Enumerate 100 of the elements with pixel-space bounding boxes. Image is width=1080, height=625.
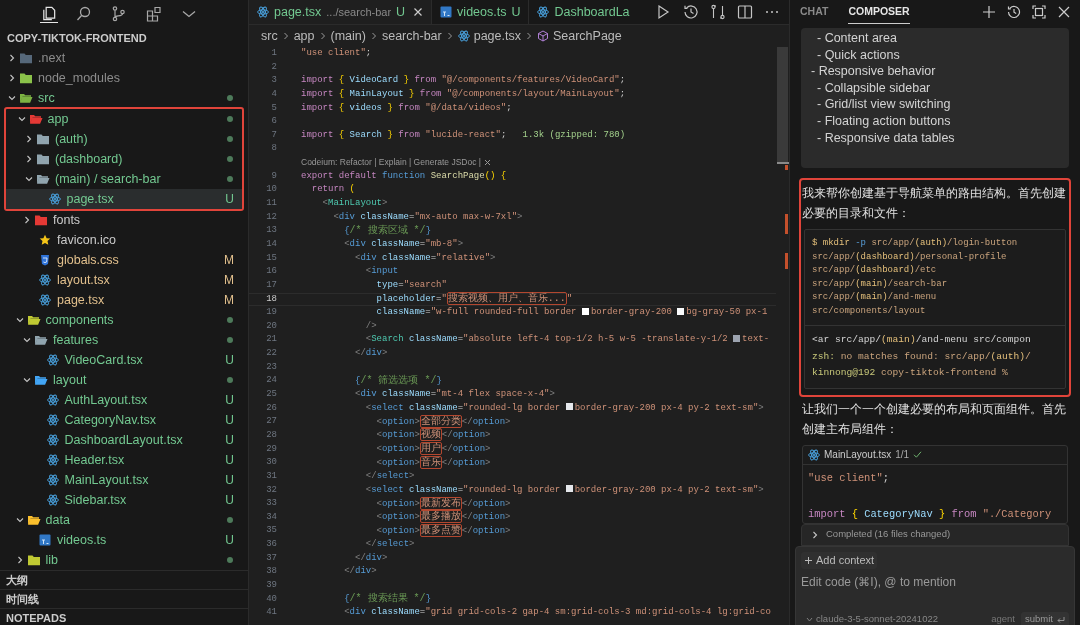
chevron-down-icon[interactable] <box>7 93 17 103</box>
history-icon[interactable] <box>1006 4 1022 20</box>
code-line: </div> <box>354 347 388 361</box>
file-tree-item[interactable]: lib <box>0 550 248 570</box>
chevron-down-icon <box>806 616 813 623</box>
panel-tab[interactable]: COMPOSER <box>848 0 910 24</box>
outline-item: - Grid/list view switching <box>816 96 952 113</box>
submit-button[interactable]: submit <box>1021 611 1069 625</box>
chevron-right-icon[interactable] <box>24 134 34 144</box>
file-tree-item[interactable]: VideoCard.tsx U <box>0 350 248 370</box>
input-field[interactable]: Edit code (⌘I), @ to mention <box>801 572 1069 591</box>
file-tree-item[interactable]: layout <box>0 370 248 390</box>
code-line: <input <box>364 265 399 279</box>
terminal-output-line: <ar src/app/(main)/and-menu src/compon <box>812 333 1032 347</box>
file-tree-item[interactable]: CategoryNav.tsx U <box>0 410 248 430</box>
line-number: 20 <box>265 319 277 333</box>
file-tree-item[interactable]: videos.ts U <box>0 530 248 550</box>
code-line: {/* 搜索结果 */} <box>343 592 432 607</box>
breadcrumb-item[interactable]: page.tsx <box>457 26 521 46</box>
plus-icon[interactable] <box>981 4 997 20</box>
file-tree-item[interactable]: layout.tsx M <box>0 270 248 290</box>
code-lens-actions[interactable]: Codeium: Refactor | Explain | Generate JSDoc | <box>301 156 481 170</box>
file-tree-item[interactable]: node_modules <box>0 68 248 88</box>
chevron-right-icon[interactable] <box>7 73 17 83</box>
completed-summary[interactable]: Completed (16 files changed) <box>801 523 1069 546</box>
source-control-icon[interactable] <box>110 5 128 23</box>
breadcrumb-item[interactable]: src <box>261 26 278 46</box>
code-line: </select> <box>364 469 415 483</box>
file-tree-item[interactable]: AuthLayout.tsx U <box>0 390 248 410</box>
model-selector[interactable]: claude-3-5-sonnet-20241022 <box>801 612 938 625</box>
close-icon[interactable] <box>1056 4 1072 20</box>
code-line: {/* 筛选选项 */} <box>354 373 442 388</box>
terminal-command: $ mkdir -p src/app/(auth)/login-button src/app/(dashboard)/personal-profile src/app/(dashboard)/etc src/app/(main)/search-bar src/app/(main)/and-menu src/components/layout <box>811 237 1019 318</box>
file-tree-item[interactable]: Header.tsx U <box>0 450 248 470</box>
chevron-right-icon[interactable] <box>22 215 32 225</box>
chevron-down-icon[interactable] <box>22 375 32 385</box>
chevron-down-icon[interactable] <box>24 174 34 184</box>
chevron-down-icon[interactable] <box>14 315 25 325</box>
chevron-down-icon[interactable] <box>16 114 27 124</box>
panel-section-header[interactable]: NOTEPADS <box>0 608 248 625</box>
history-icon[interactable] <box>682 3 700 21</box>
compare-changes-icon[interactable] <box>709 3 727 21</box>
breadcrumb-item[interactable]: search-bar <box>381 26 442 46</box>
split-editor-icon[interactable] <box>736 3 754 21</box>
file-tree-item[interactable]: (auth) <box>6 129 242 149</box>
breadcrumb-item[interactable]: SearchPage <box>536 26 622 46</box>
line-number: 13 <box>265 224 277 238</box>
close-icon[interactable] <box>413 7 424 17</box>
panel-tab[interactable]: CHAT <box>800 0 829 24</box>
chevron-right-icon[interactable] <box>7 53 17 63</box>
line-number: 2 <box>270 60 277 74</box>
file-name[interactable]: MainLayout.tsx <box>824 447 892 462</box>
code-line: className="w-full rounded-full border border-gray-200 bg-gray-50 px-1 <box>375 306 768 320</box>
file-tree-item[interactable]: MainLayout.tsx U <box>0 470 248 490</box>
message-text: 我来帮你创建基于导航菜单的路由结构。首先创建必要的目录和文件： <box>801 185 1067 222</box>
file-tree-item[interactable]: data <box>0 510 248 530</box>
file-tree-item[interactable]: favicon.ico <box>0 230 248 250</box>
files-icon[interactable] <box>40 5 58 23</box>
chevron-down-icon[interactable] <box>22 335 32 345</box>
file-tree-item[interactable]: .next <box>0 48 248 68</box>
line-number: 12 <box>265 210 277 224</box>
line-number: 38 <box>265 565 277 579</box>
code-line: <div className="grid grid-cols-2 gap-4 sm:grid-cols-3 md:grid-cols-4 lg:grid-co <box>343 606 771 620</box>
file-tree-item[interactable]: components <box>0 310 248 330</box>
maximize-icon[interactable] <box>1031 4 1047 20</box>
line-number: 37 <box>265 551 277 565</box>
extensions-icon[interactable] <box>145 5 163 23</box>
panel-section-header[interactable]: 时间线 <box>0 589 248 608</box>
file-tree-item[interactable]: page.tsx M <box>0 290 248 310</box>
file-tree-item[interactable]: (main) / search-bar <box>6 169 242 189</box>
editor-tab[interactable]: page.tsx .../search-bar U <box>249 0 433 24</box>
chevron-right-icon[interactable] <box>810 529 820 540</box>
line-number: 23 <box>265 360 277 374</box>
close-icon[interactable] <box>484 159 491 167</box>
panel-section-header[interactable]: 大纲 <box>0 570 248 589</box>
outline-item: - Collapsible sidebar <box>816 79 932 97</box>
line-number: 1 <box>270 47 277 60</box>
line-number: 15 <box>265 251 277 265</box>
line-number: 32 <box>265 483 277 497</box>
file-tree-item[interactable]: src <box>0 88 248 108</box>
chevron-right-icon[interactable] <box>24 154 34 164</box>
file-tree-item[interactable]: fonts <box>0 210 248 230</box>
explorer-title: COPY-TIKTOK-FRONTEND <box>6 30 148 46</box>
line-number: 17 <box>265 278 277 292</box>
file-tree-item[interactable]: (dashboard) <box>6 149 242 169</box>
line-number: 33 <box>265 497 277 511</box>
file-tree-item[interactable]: globals.css M <box>0 250 248 270</box>
breadcrumb-item[interactable]: (main) <box>330 26 366 46</box>
file-tree-item[interactable]: DashboardLayout.tsx U <box>0 430 248 450</box>
file-tree-item[interactable]: features <box>0 330 248 350</box>
file-tree-item[interactable]: page.tsx U <box>6 189 242 209</box>
chevron-down-icon[interactable] <box>14 515 25 525</box>
file-tree-item[interactable]: Sidebar.tsx U <box>0 490 248 510</box>
file-tree-item[interactable]: app <box>6 109 242 129</box>
line-number: 34 <box>265 510 277 524</box>
search-icon[interactable] <box>75 5 93 23</box>
code-line: import { Search } from "lucide-react"; 1.3k (gzipped: 780) <box>301 128 626 142</box>
outline-item: - Responsive data tables <box>816 129 956 147</box>
add-context-button[interactable]: Add context <box>801 551 878 569</box>
breadcrumb-item[interactable]: app <box>293 26 315 46</box>
